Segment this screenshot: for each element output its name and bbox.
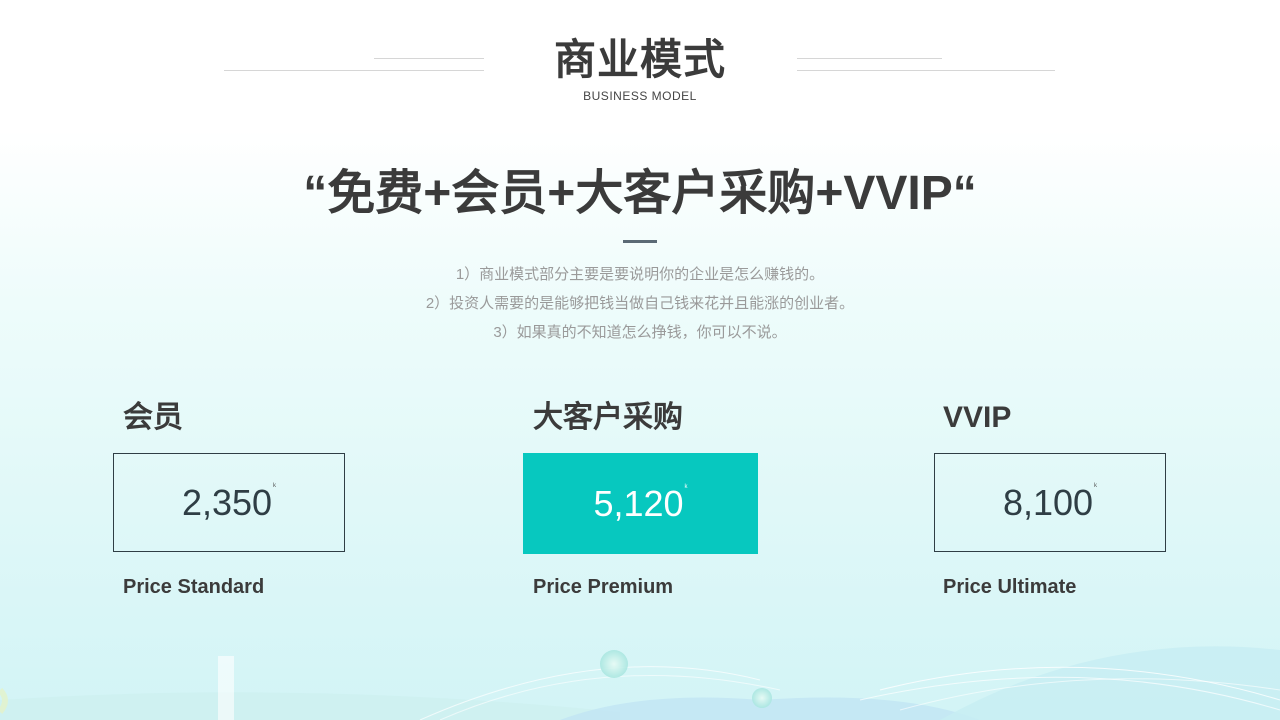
description-line-1: 1）商业模式部分主要是要说明你的企业是怎么赚钱的。 xyxy=(455,266,825,283)
plan-price-premium: 5,120 xyxy=(593,482,684,524)
plan-price-unit-ultimate: k xyxy=(1094,482,1098,489)
description-line-2: 2）投资人需要的是能够把钱当做自己钱来花并且能涨的创业者。 xyxy=(425,295,855,312)
plan-price-box-standard: 2,350 k xyxy=(113,453,345,552)
plan-label-standard: Price Standard xyxy=(123,576,265,598)
page-subtitle: BUSINESS MODEL xyxy=(583,89,697,103)
plan-title-enterprise: 大客户采购 xyxy=(533,401,683,434)
plan-label-premium: Price Premium xyxy=(533,576,674,598)
description-line-3: 3）如果真的不知道怎么挣钱，你可以不说。 xyxy=(493,324,787,341)
plan-title-member: 会员 xyxy=(123,401,183,434)
plan-price-unit-premium: k xyxy=(684,483,688,490)
headline-divider xyxy=(623,240,657,243)
plan-title-vvip: VVIP xyxy=(943,401,1012,434)
headline: “免费+会员+大客户采购+VVIP“ xyxy=(303,167,977,220)
plan-price-box-premium: 5,120 k xyxy=(523,453,758,554)
page-title: 商业模式 xyxy=(553,36,726,83)
plan-price-standard: 2,350 xyxy=(181,481,273,523)
plan-price-ultimate: 8,100 xyxy=(1002,481,1094,523)
decorative-background-waves xyxy=(0,646,1280,720)
plan-label-ultimate: Price Ultimate xyxy=(943,576,1077,598)
plan-price-unit-standard: k xyxy=(273,482,277,489)
slide: 商业模式 BUSINESS MODEL “免费+会员+大客户采购+VVIP“ 1… xyxy=(0,0,1280,720)
plan-price-box-ultimate: 8,100 k xyxy=(934,453,1166,552)
